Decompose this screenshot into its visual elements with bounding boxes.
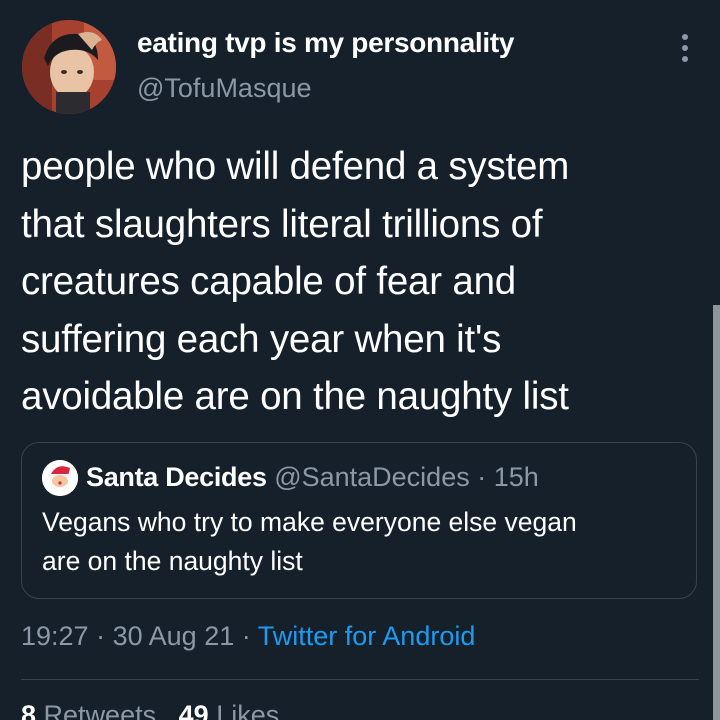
- likes-stat[interactable]: 49 Likes: [179, 700, 280, 720]
- tweet-detail-screen: eating tvp is my personnality @TofuMasqu…: [0, 0, 720, 720]
- quoted-author-name: Santa Decides: [86, 462, 267, 492]
- retweets-stat[interactable]: 8 Retweets: [21, 700, 156, 720]
- likes-count: 49: [178, 700, 209, 720]
- tweet-text-line: that slaughters literal trillions of: [21, 202, 543, 246]
- quoted-author-avatar: [42, 460, 78, 496]
- tweet-text: people who will defend a system that sla…: [21, 138, 701, 426]
- retweets-label: Retweets: [43, 700, 157, 720]
- quoted-text-line: Vegans who try to make everyone else veg…: [42, 507, 577, 537]
- author-handle[interactable]: @TofuMasque: [137, 73, 312, 104]
- quoted-tweet-card[interactable]: Santa Decides @SantaDecides · 15h Vegans…: [21, 442, 697, 599]
- tweet-source-link[interactable]: Twitter for Android: [258, 621, 476, 651]
- retweets-count: 8: [21, 700, 37, 720]
- tweet-text-line: people who will defend a system: [21, 145, 570, 188]
- tweet-text-line: suffering each year when it's: [21, 317, 502, 361]
- divider: [21, 679, 699, 680]
- vertical-ellipsis-icon: [682, 34, 688, 62]
- quoted-text-line: are on the naughty list: [42, 546, 303, 576]
- tweet-date: 30 Aug 21: [112, 621, 235, 651]
- quoted-author-handle: @SantaDecides: [274, 462, 470, 492]
- profile-photo-icon: [22, 20, 116, 114]
- tweet-time: 19:27: [21, 621, 89, 651]
- likes-label: Likes: [216, 700, 280, 720]
- separator-dot: ·: [96, 621, 106, 651]
- more-options-button[interactable]: [668, 30, 702, 66]
- quoted-tweet-header: Santa Decides @SantaDecides · 15h: [86, 462, 539, 493]
- tweet-text-line: avoidable are on the naughty list: [21, 375, 569, 418]
- tweet-text-line: creatures capable of fear and: [21, 260, 517, 303]
- quoted-tweet-text: Vegans who try to make everyone else veg…: [42, 503, 577, 581]
- author-avatar[interactable]: [22, 20, 116, 114]
- author-display-name[interactable]: eating tvp is my personnality: [137, 27, 514, 59]
- separator-dot: ·: [241, 621, 251, 651]
- quoted-tweet-time: 15h: [493, 462, 539, 492]
- santa-avatar-icon: [42, 460, 78, 496]
- engagement-stats: 8 Retweets 49 Likes: [21, 700, 279, 720]
- tweet-metadata: 19:27 · 30 Aug 21 · Twitter for Android: [21, 621, 475, 652]
- separator-dot: ·: [477, 462, 487, 492]
- scrollbar[interactable]: [713, 305, 720, 720]
